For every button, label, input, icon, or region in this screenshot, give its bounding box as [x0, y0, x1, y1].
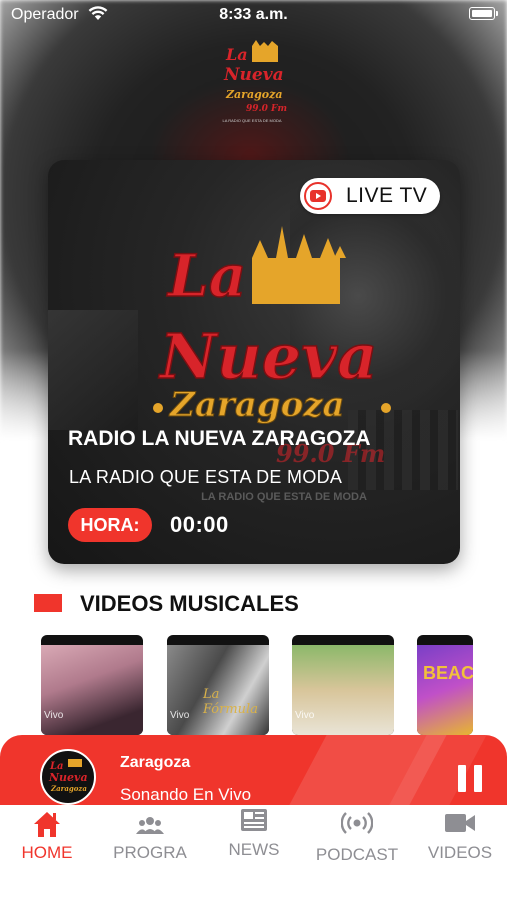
vevo-badge: Vivo — [170, 710, 190, 721]
tab-label: PROGRA — [113, 843, 187, 862]
station-title: RADIO LA NUEVA ZARAGOZA — [68, 427, 371, 450]
player-status: Sonando En Vivo — [120, 785, 252, 804]
logo-mini-line2: Nueva — [48, 771, 88, 784]
clock: 8:33 a.m. — [219, 6, 288, 23]
video-thumbnail[interactable]: Vivo — [41, 635, 143, 735]
tab-label: NEWS — [228, 840, 280, 859]
vevo-badge: Vivo — [295, 710, 315, 721]
live-radio-card[interactable]: La Nueva Zaragoza 99.0 Fm LA RADIO QUE E… — [48, 160, 460, 564]
logo-small-line2: Nueva — [223, 65, 284, 85]
tab-news[interactable]: NEWS — [204, 805, 304, 875]
tab-podcast[interactable]: PODCAST — [307, 805, 407, 875]
live-tv-label: LIVE TV — [346, 184, 428, 207]
people-icon — [136, 817, 164, 834]
logo-small-line3: Zaragoza — [225, 88, 282, 101]
logo-large-line2: Nueva — [158, 320, 377, 393]
player-station-logo: La Nueva Zaragoza — [40, 749, 96, 805]
home-icon — [34, 812, 60, 837]
video-thumbnail-image — [41, 645, 143, 735]
vevo-badge: Vivo — [44, 710, 64, 721]
logo-small-tagline: LA RADIO QUE ESTA DE MODA — [222, 118, 281, 123]
newspaper-icon — [241, 809, 267, 831]
logo-small-line1: La — [225, 45, 248, 64]
video-camera-icon — [445, 814, 475, 832]
broadcast-icon — [341, 812, 373, 834]
tab-progra[interactable]: PROGRA — [100, 805, 200, 875]
player-title: Zaragoza — [120, 754, 191, 771]
video-thumbnail-caption: La Fórmula — [203, 687, 258, 717]
dj-mixer-background — [48, 310, 138, 430]
station-logo-mini: La Nueva Zaragoza — [48, 759, 88, 793]
logo-large-line1: La — [166, 242, 246, 310]
youtube-play-icon — [304, 182, 332, 210]
logo-small-line4: 99.0 Fm — [246, 104, 287, 114]
tab-home[interactable]: HOME — [0, 805, 97, 875]
pause-button[interactable] — [458, 765, 482, 792]
video-thumbnail[interactable]: BEAC — [417, 635, 473, 735]
live-tv-button[interactable]: LIVE TV — [300, 178, 440, 214]
now-playing-bar[interactable]: La Nueva Zaragoza Zaragoza Sonando En Vi… — [0, 735, 507, 810]
tab-label: VIDEOS — [427, 843, 493, 862]
station-subtitle: LA RADIO QUE ESTA DE MODA — [69, 467, 343, 487]
video-thumbnail-image — [417, 645, 473, 735]
logo-large-tagline: LA RADIO QUE ESTA DE MODA — [201, 491, 367, 503]
video-thumbnail-caption: BEAC — [423, 663, 473, 683]
battery-icon — [469, 7, 498, 20]
tab-label: HOME — [21, 843, 73, 862]
tab-videos[interactable]: VIDEOS — [410, 805, 507, 875]
logo-mini-line3: Zaragoza — [50, 784, 87, 793]
hora-value: 00:00 — [170, 512, 229, 537]
tab-label: PODCAST — [315, 845, 399, 864]
station-logo-small: La Nueva Zaragoza 99.0 Fm LA RADIO QUE E… — [222, 40, 287, 123]
video-thumbnail[interactable]: Vivo — [292, 635, 394, 735]
section-marker — [34, 594, 62, 612]
tab-bar: HOME PROGRA NEWS PODCAST VIDEOS — [0, 805, 507, 900]
video-thumbnail[interactable]: La Fórmula Vivo — [167, 635, 269, 735]
status-bar: Operador 8:33 a.m. — [0, 0, 507, 30]
video-thumbnail-image — [292, 645, 394, 735]
videos-section-title: VIDEOS MUSICALES — [80, 591, 299, 616]
logo-large-line3: Zaragoza — [168, 385, 345, 425]
hora-badge: HORA: — [68, 508, 152, 542]
